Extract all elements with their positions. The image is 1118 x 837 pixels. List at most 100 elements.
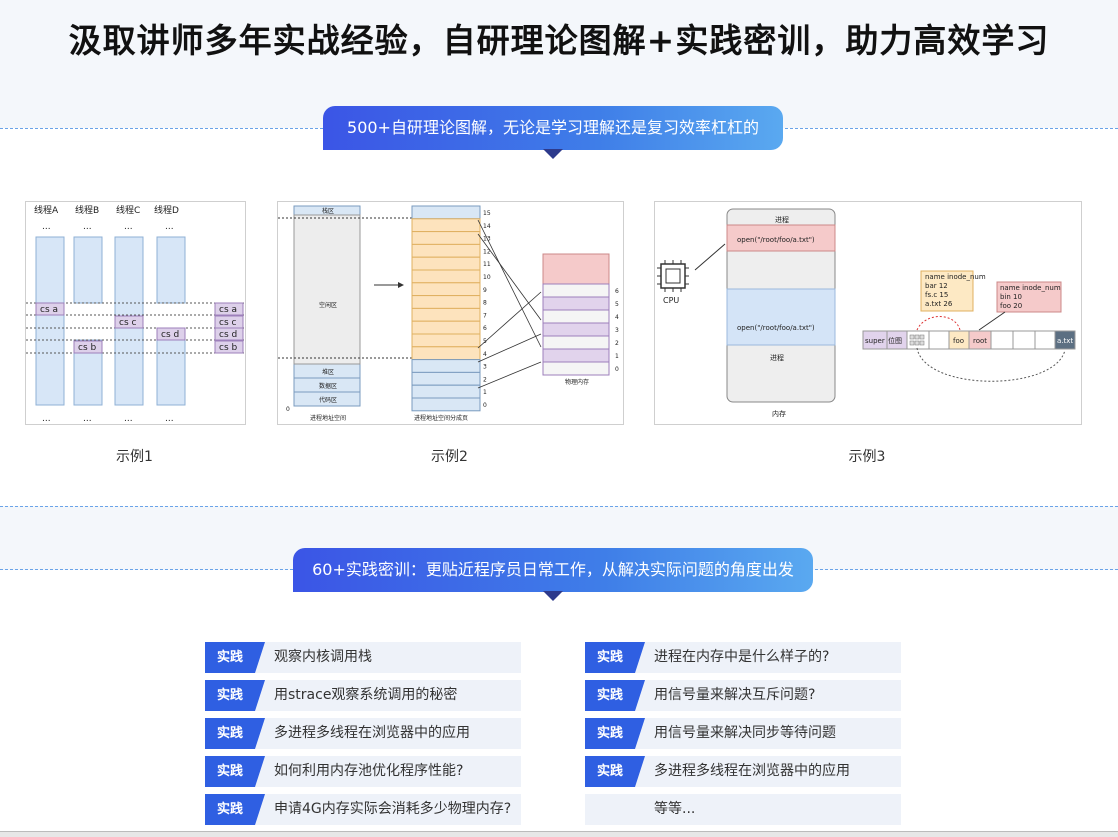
section1-banner-text: 500+自研理论图解，无论是学习理解还是复习效率杠杠的 (347, 118, 759, 137)
practice-badge: 实践 (585, 680, 645, 711)
virtual-page (411, 218, 481, 233)
page-number: 4 (483, 351, 487, 358)
physical-pages: 6 5 4 3 2 1 0 (542, 283, 619, 376)
thread-d-bar-top (156, 236, 186, 304)
virtual-page (411, 397, 481, 412)
practice-item-label: 进程在内存中是什么样子的? (654, 649, 830, 665)
section-divider (0, 506, 1118, 507)
ellipsis: ... (124, 222, 133, 232)
page-number: 6 (615, 288, 619, 295)
diagram-caption: 物理内存 (565, 378, 589, 386)
page-number: 0 (483, 402, 487, 409)
virtual-page (411, 231, 481, 245)
practice-item-label: 等等... (654, 801, 696, 817)
ellipsis: ... (165, 222, 174, 232)
fs-block-label: super (865, 337, 885, 345)
practice-item-label: 用信号量来解决同步等待问题 (654, 725, 836, 741)
practice-item-label: 如何利用内存池优化程序性能? (274, 763, 464, 779)
page-number: 7 (483, 312, 487, 319)
practice-item-label: 多进程多线程在浏览器中的应用 (654, 763, 850, 779)
practice-item-label: 用strace观察系统调用的秘密 (274, 687, 458, 703)
thread-critical-section-diagram: 线程A 线程B 线程C 线程D ... ... ... ... ... ... … (26, 204, 245, 424)
practice-badge: 实践 (205, 718, 265, 749)
page-bottom-rule (0, 831, 1118, 837)
practice-item[interactable]: 实践 用strace观察系统调用的秘密 (205, 680, 521, 711)
section2-banner-text: 60+实践密训：更贴近程序员日常工作，从解决实际问题的角度出发 (312, 560, 794, 579)
virtual-page (411, 269, 481, 284)
page-number: 10 (483, 274, 491, 281)
practice-item[interactable]: 等等... (585, 794, 901, 825)
page-number: 1 (615, 353, 619, 360)
ellipsis: ... (42, 222, 51, 232)
practice-item[interactable]: 实践 用信号量来解决同步等待问题 (585, 718, 901, 749)
syscall-label: open("/root/foo/a.txt") (737, 236, 815, 244)
cs-label: cs b (78, 343, 96, 353)
practice-item[interactable]: 实践 多进程多线程在浏览器中的应用 (205, 718, 521, 749)
memory-region-label: 空闲区 (319, 301, 337, 309)
virtual-page (411, 205, 481, 220)
example-1-diagram: 线程A 线程B 线程C 线程D ... ... ... ... ... ... … (25, 201, 246, 425)
fs-block-label: root (973, 337, 987, 345)
virtual-page (411, 307, 481, 322)
practice-item-label: 用信号量来解决互斥问题? (654, 687, 816, 703)
practice-item[interactable]: 实践 如何利用内存池优化程序性能? (205, 756, 521, 787)
cpu-label: CPU (663, 296, 679, 305)
page-number: 2 (615, 340, 619, 347)
thread-label: 线程A (34, 204, 59, 216)
page-number: 2 (483, 376, 487, 383)
page-number: 6 (483, 325, 487, 332)
page-number: 11 (483, 261, 491, 268)
page-number: 8 (483, 300, 487, 307)
page-number: 3 (483, 364, 487, 371)
virtual-page (411, 320, 481, 335)
virtual-page (411, 282, 481, 297)
process-label: 进程 (770, 353, 784, 362)
practice-badge: 实践 (585, 642, 645, 673)
page-number: 5 (615, 301, 619, 308)
page-number: 1 (483, 389, 487, 396)
example-caption: 示例1 (116, 449, 153, 465)
physical-page (542, 309, 610, 324)
ellipsis: ... (124, 414, 133, 424)
page-number: 0 (615, 366, 619, 373)
ellipsis: ... (165, 414, 174, 424)
cs-label: cs d (161, 330, 179, 340)
filesystem-diagram: CPU 进程 open("/root/foo/a.txt") open("/ro… (657, 208, 1076, 418)
paging-diagram: 栈区 空闲区 堆区 数据区 代码区 0 进程地址空间 进程地址空间分成页 内核 … (278, 205, 619, 422)
page-number: 14 (483, 223, 491, 230)
banner-pointer-icon (543, 149, 563, 159)
example-3-diagram: CPU 进程 open("/root/foo/a.txt") open("/ro… (654, 201, 1082, 425)
memory-region-label: 堆区 (322, 368, 334, 376)
physical-page (542, 335, 610, 350)
virtual-page (411, 359, 481, 373)
memory-label: 内存 (772, 409, 786, 418)
virtual-pages: 1514131211109876543210 (411, 205, 491, 412)
dir-entry: bin 10 (1000, 293, 1022, 301)
practice-badge: 实践 (585, 756, 645, 787)
virtual-page (411, 371, 481, 386)
practice-item[interactable]: 实践 进程在内存中是什么样子的? (585, 642, 901, 673)
memory-region-label: 代码区 (319, 396, 337, 404)
legend-label: cs b (219, 343, 237, 353)
example-caption: 示例2 (431, 449, 468, 465)
practice-item-label: 多进程多线程在浏览器中的应用 (274, 725, 470, 741)
legend-label: cs a (219, 305, 237, 315)
practice-item[interactable]: 实践 观察内核调用栈 (205, 642, 521, 673)
dir-entry: bar 12 (925, 282, 948, 290)
thread-label: 线程B (75, 204, 99, 216)
dir-entry: fs.c 15 (925, 291, 948, 299)
banner-pointer-icon (543, 591, 563, 601)
dir-entry: a.txt 26 (925, 300, 953, 308)
syscall-label: open("/root/foo/a.txt") (737, 324, 815, 332)
legend-label: cs d (219, 330, 237, 340)
page-number: 9 (483, 287, 487, 294)
practice-item[interactable]: 实践 多进程多线程在浏览器中的应用 (585, 756, 901, 787)
physical-page (542, 283, 610, 298)
dir-entry: name inode_num (1000, 284, 1061, 292)
ellipsis: ... (83, 222, 92, 232)
page-number: 13 (483, 236, 491, 243)
practice-item[interactable]: 实践 用信号量来解决互斥问题? (585, 680, 901, 711)
practice-item[interactable]: 实践 申请4G内存实际会消耗多少物理内存? (205, 794, 521, 825)
example-2-diagram: 栈区 空闲区 堆区 数据区 代码区 0 进程地址空间 进程地址空间分成页 内核 … (277, 201, 624, 425)
page-number: 15 (483, 210, 491, 217)
